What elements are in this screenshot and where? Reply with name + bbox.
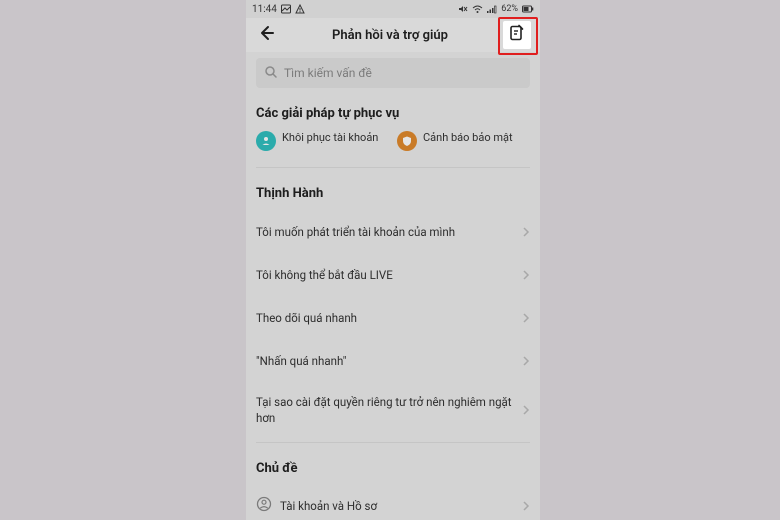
account-profile-icon xyxy=(256,496,272,516)
mute-icon xyxy=(458,4,468,14)
search-input[interactable]: Tìm kiếm vấn đề xyxy=(256,58,530,88)
chevron-right-icon xyxy=(522,352,530,371)
search-icon xyxy=(264,64,278,83)
phone-frame: 11:44 62% xyxy=(246,0,540,520)
self-service-recover-account[interactable]: Khôi phục tài khoản xyxy=(256,131,389,151)
self-service-row: Khôi phục tài khoản Cảnh báo bảo mật xyxy=(256,131,530,168)
chevron-right-icon xyxy=(522,223,530,242)
list-item[interactable]: Tại sao cài đặt quyền riêng tư trở nên n… xyxy=(256,383,530,438)
list-item-label: "Nhấn quá nhanh" xyxy=(256,354,522,370)
chevron-right-icon xyxy=(522,497,530,516)
feedback-button-wrap xyxy=(500,20,534,50)
list-item[interactable]: Tôi không thể bắt đầu LIVE xyxy=(256,254,530,297)
list-item-label: Tôi không thể bắt đầu LIVE xyxy=(256,268,522,284)
recover-account-icon xyxy=(256,131,276,151)
chevron-right-icon xyxy=(522,309,530,328)
battery-pct: 62% xyxy=(501,4,518,14)
topic-item[interactable]: Tài khoản và Hồ sơ xyxy=(256,486,530,516)
battery-icon xyxy=(522,4,534,14)
trending-title: Thịnh Hành xyxy=(256,186,530,201)
status-bar: 11:44 62% xyxy=(246,0,540,18)
self-service-label: Cảnh báo bảo mật xyxy=(423,131,513,145)
title-bar: Phản hồi và trợ giúp xyxy=(246,18,540,52)
signal-icon xyxy=(487,4,497,14)
page-title: Phản hồi và trợ giúp xyxy=(280,28,500,43)
self-service-security-alert[interactable]: Cảnh báo bảo mật xyxy=(397,131,530,151)
picture-icon xyxy=(281,4,291,14)
list-item-label: Theo dõi quá nhanh xyxy=(256,311,522,327)
list-item[interactable]: Theo dõi quá nhanh xyxy=(256,297,530,340)
self-service-title: Các giải pháp tự phục vụ xyxy=(256,106,530,121)
status-time: 11:44 xyxy=(252,4,277,15)
wifi-icon xyxy=(472,4,483,14)
list-item-label: Tôi muốn phát triển tài khoản của mình xyxy=(256,225,522,241)
trending-list: Tôi muốn phát triển tài khoản của mình T… xyxy=(256,211,530,443)
self-service-label: Khôi phục tài khoản xyxy=(282,131,378,145)
search-placeholder: Tìm kiếm vấn đề xyxy=(284,66,372,80)
list-item-label: Tại sao cài đặt quyền riêng tư trở nên n… xyxy=(256,395,522,426)
list-item[interactable]: Tôi muốn phát triển tài khoản của mình xyxy=(256,211,530,254)
topic-label: Tài khoản và Hồ sơ xyxy=(280,499,377,513)
chevron-right-icon xyxy=(522,266,530,285)
form-edit-icon xyxy=(508,24,526,46)
warning-icon xyxy=(295,4,305,14)
back-button[interactable] xyxy=(252,21,280,49)
arrow-left-icon xyxy=(257,24,275,46)
chevron-right-icon xyxy=(522,401,530,420)
list-item[interactable]: "Nhấn quá nhanh" xyxy=(256,340,530,383)
content-area: Tìm kiếm vấn đề Các giải pháp tự phục vụ… xyxy=(246,58,540,516)
feedback-form-button[interactable] xyxy=(503,21,531,49)
security-alert-icon xyxy=(397,131,417,151)
topics-title: Chủ đề xyxy=(256,461,530,476)
